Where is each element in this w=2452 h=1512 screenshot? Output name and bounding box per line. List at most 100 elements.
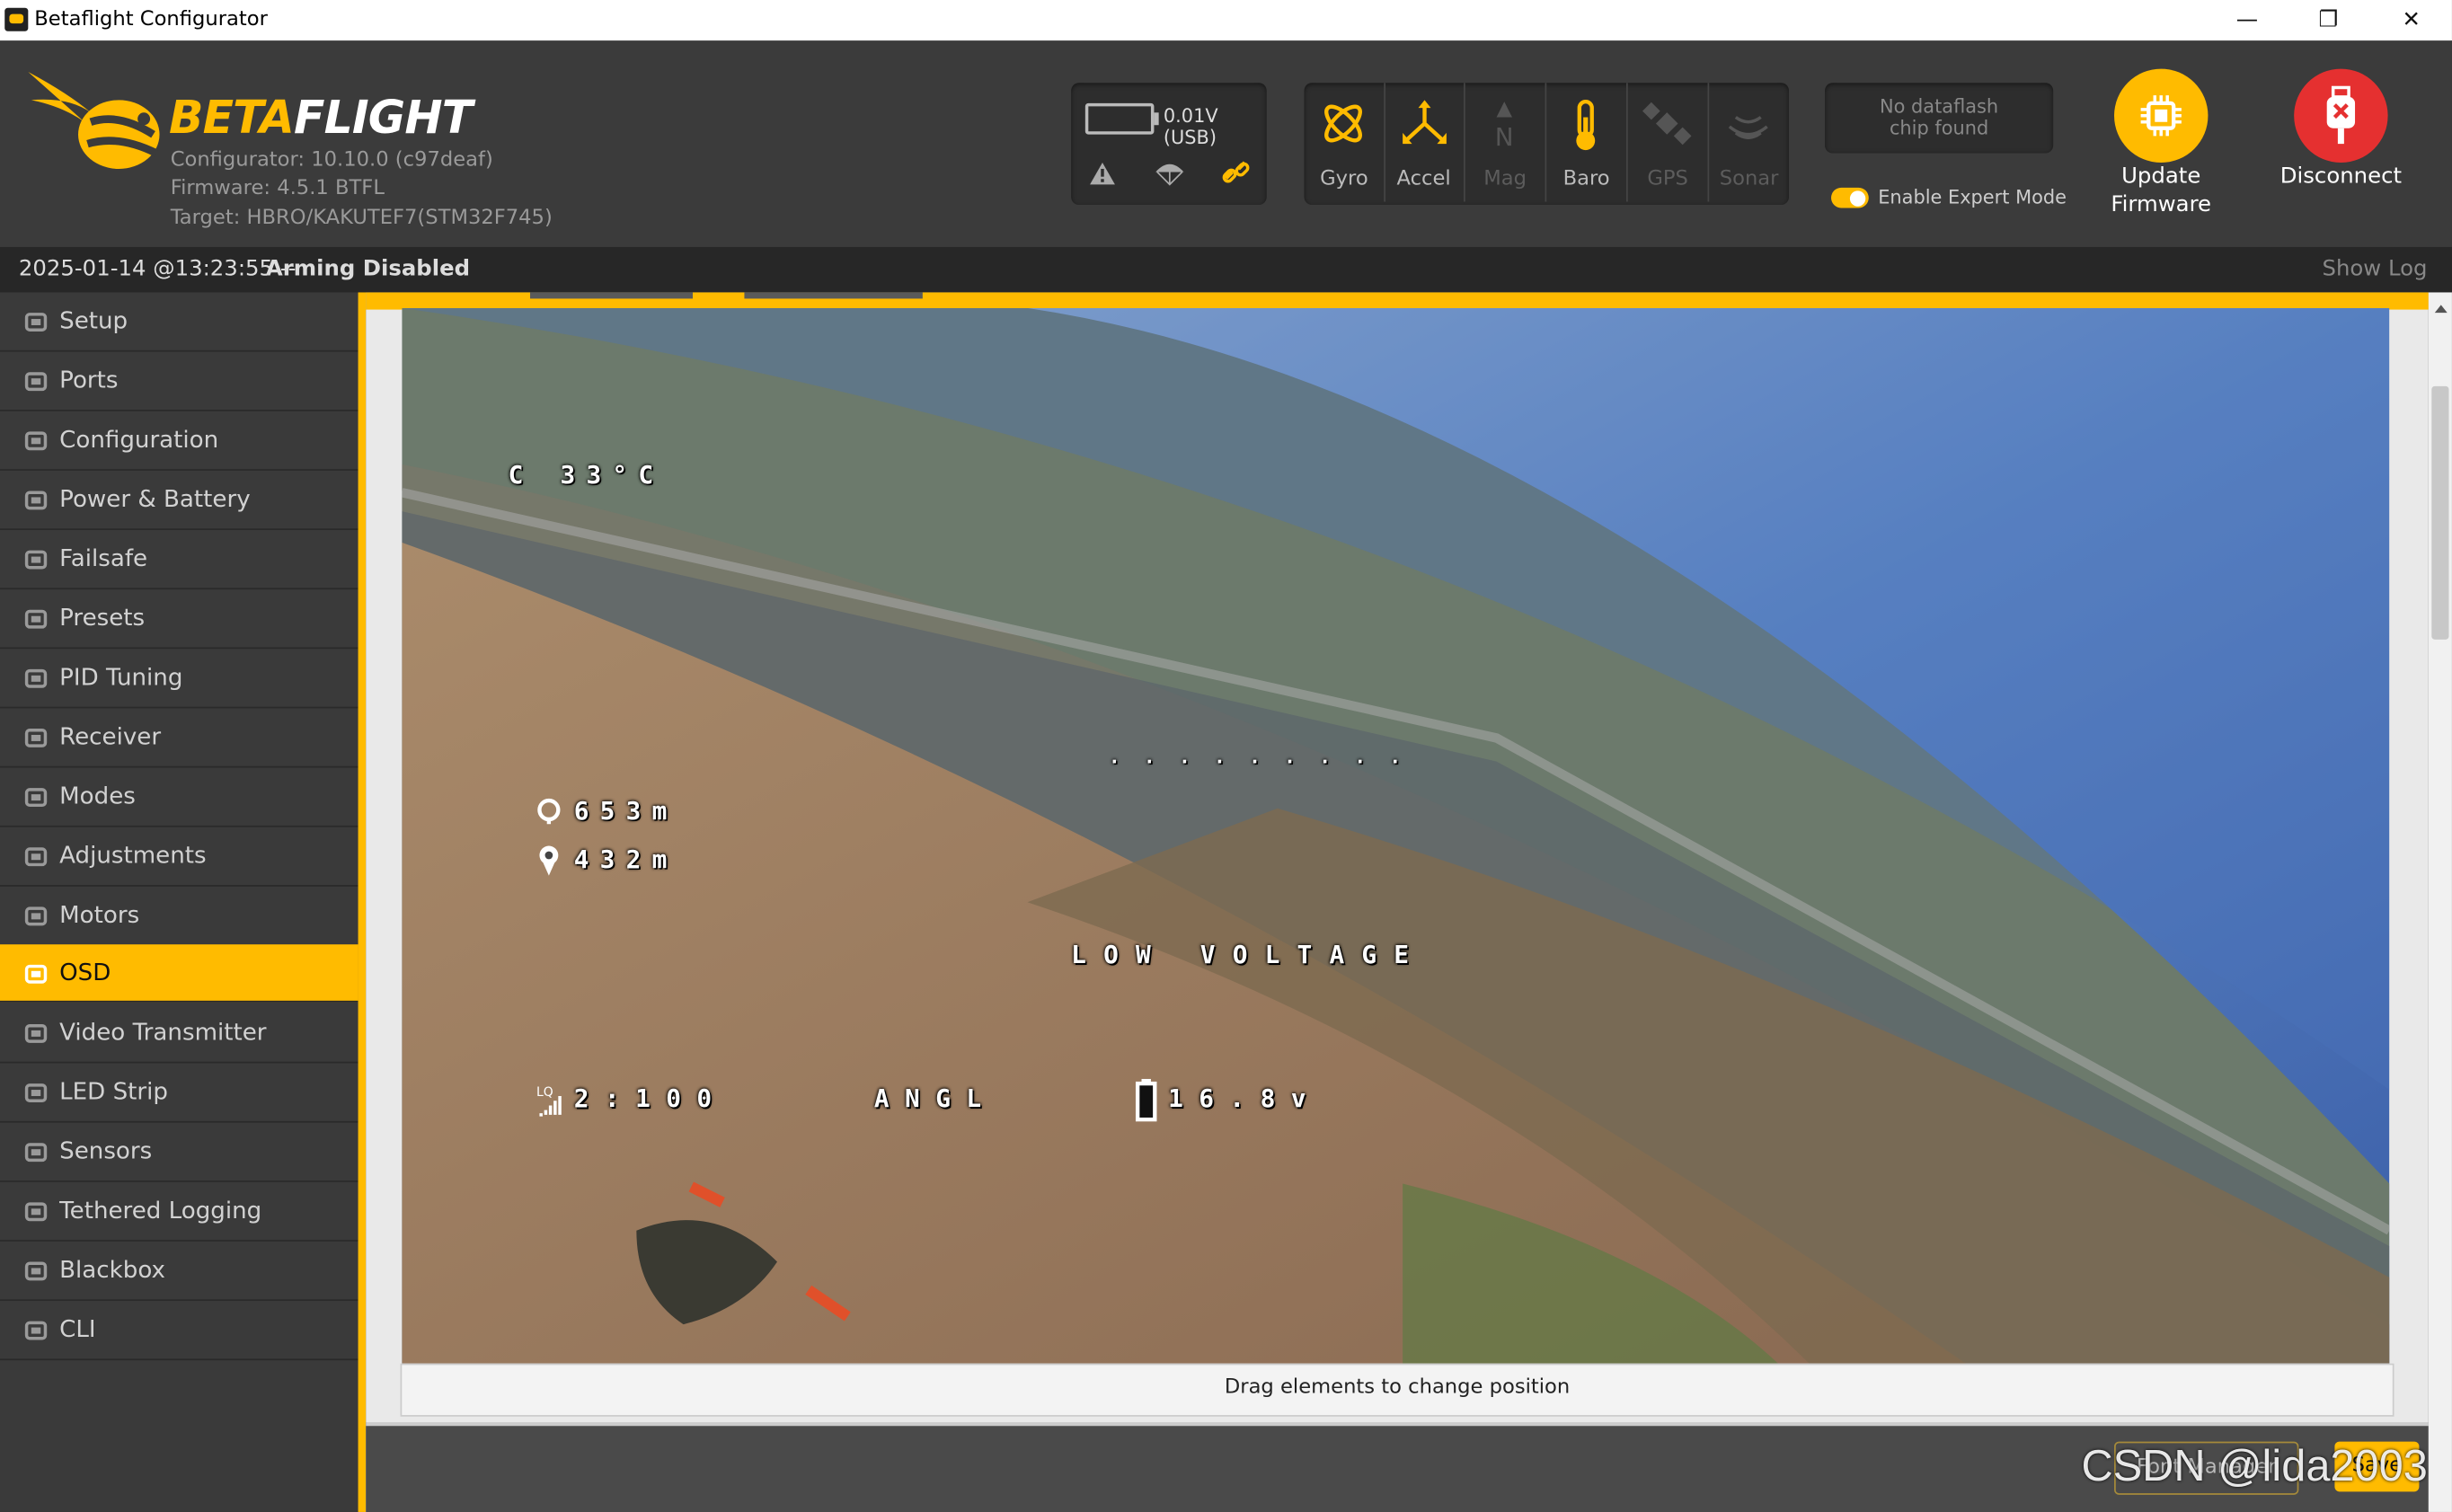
sidebar-item-ports[interactable]: Ports [0,351,359,411]
sidebar-item-label: Video Transmitter [59,1018,267,1048]
sensors-panel: Gyro Accel N Mag Baro GPS Sonar [1304,83,1790,205]
sidebar-item-setup[interactable]: Setup [0,292,359,352]
osd-horizon-line[interactable]: . . . . . . . . . [1109,746,1407,767]
sensor-sonar: Sonar [1709,83,1789,201]
configurator-version: Configurator: 10.10.0 (c97deaf) [170,148,493,172]
sidebar-item-power-battery[interactable]: Power & Battery [0,471,359,530]
show-log-link[interactable]: Show Log [2322,256,2427,281]
disconnect-button[interactable] [2294,68,2388,164]
wrench-icon [23,310,49,335]
sidebar-item-receiver[interactable]: Receiver [0,708,359,767]
sidebar-item-motors[interactable]: Motors [0,886,359,946]
sidebar-item-label: Blackbox [59,1255,165,1285]
warning-icon [1090,163,1115,185]
failsafe-parachute-icon [1155,164,1184,186]
scrollbar-thumb[interactable] [2431,385,2449,640]
sensor-gyro: Gyro [1304,83,1385,202]
sensor-accel: Accel [1384,83,1465,202]
sidebar-item-label: Presets [59,603,146,632]
app-window: Betaflight Configurator — ❐ ✕ BETAFLIGHT… [0,0,2452,1512]
update-firmware-label: Update Firmware [2111,164,2212,217]
sidebar-item-failsafe[interactable]: Failsafe [0,530,359,589]
sidebar-item-pid-tuning[interactable]: PID Tuning [0,649,359,708]
content-scrollbar[interactable] [2428,292,2452,1512]
sidebar-item-label: Sensors [59,1136,153,1166]
accel-icon [1403,100,1447,145]
sidebar-item-label: Tethered Logging [59,1196,262,1225]
svg-text:N: N [1495,122,1514,148]
dataflash-status: No dataflash chip found [1825,83,2054,154]
sliders-icon [23,844,49,869]
sidebar-item-label: PID Tuning [59,662,183,691]
osd-voltage[interactable]: 16.8v [1168,1083,1322,1113]
sidebar-item-sensors[interactable]: Sensors [0,1123,359,1183]
firmware-version: Firmware: 4.5.1 BTFL [170,176,385,200]
battery-icon [1084,102,1159,135]
sidebar: Setup Ports Configuration Power & Battery Fa… [0,292,359,1512]
window-title: Betaflight Configurator [34,7,268,31]
sidebar-item-label: Receiver [59,721,162,750]
battery-icon [23,488,49,513]
link-quality-icon: LQ [536,1085,562,1117]
sidebar-item-label: Failsafe [59,544,148,572]
terminal-icon [23,1318,49,1343]
sidebar-item-label: Ports [59,366,119,394]
sidebar-item-cli[interactable]: CLI [0,1301,359,1361]
pid-icon [23,666,49,691]
osd-icon [23,962,49,987]
motor-icon [23,903,49,928]
tab-stub-right[interactable] [744,292,923,299]
receiver-icon [23,725,49,750]
sidebar-item-label: Motors [59,899,140,928]
sidebar-item-led-strip[interactable]: LED Strip [0,1064,359,1124]
osd-low-voltage-warning[interactable]: LOW VOLTAGE [1071,940,1426,969]
led-icon [23,1081,49,1106]
status-timestamp: 2025-01-14 @13:23:55 -- [18,256,297,282]
toggle-icon [23,784,49,809]
sensor-baro: Baro [1546,83,1628,202]
target-board: Target: HBRO/KAKUTEF7(STM32F745) [170,206,553,230]
arming-status: Arming Disabled [265,256,471,282]
sidebar-item-presets[interactable]: Presets [0,589,359,649]
osd-altitude[interactable]: 432m [574,844,678,874]
parachute-icon [23,547,49,572]
chip-icon [2140,95,2182,137]
sidebar-item-video-transmitter[interactable]: Video Transmitter [0,1004,359,1065]
thermometer-icon [1576,99,1596,151]
osd-temperature[interactable]: C 33°C [509,460,665,490]
svg-text:LQ: LQ [536,1085,553,1100]
sidebar-item-osd[interactable]: OSD [0,944,359,1004]
plug-icon [23,369,49,394]
sidebar-item-label: LED Strip [59,1077,168,1107]
sidebar-accent-strip [358,292,367,1512]
update-firmware-button[interactable] [2114,68,2209,164]
usb-disconnect-icon [2326,85,2356,145]
minimize-button[interactable]: — [2211,0,2283,40]
scroll-up-arrow-icon[interactable] [2434,305,2448,314]
disconnect-label: Disconnect [2279,164,2403,190]
header: BETAFLIGHT Configurator: 10.10.0 (c97dea… [0,40,2452,247]
sidebar-item-label: CLI [59,1314,96,1344]
osd-link-quality[interactable]: 2:100 [574,1083,728,1113]
gyro-icon [1324,104,1362,143]
osd-flight-mode[interactable]: ANGL [874,1083,997,1113]
tab-stub-left[interactable] [529,292,693,299]
sidebar-item-blackbox[interactable]: Blackbox [0,1242,359,1302]
sidebar-item-label: Setup [59,306,128,335]
battery-osd-icon [1135,1078,1157,1122]
sidebar-item-label: Configuration [59,425,219,454]
close-window-button[interactable]: ✕ [2376,0,2448,40]
osd-preview[interactable]: C 33°C . . . . . . . . . 653m 432m LOW V… [402,307,2390,1364]
osd-home-distance[interactable]: 653m [574,796,678,826]
expert-mode-toggle[interactable] [1831,187,1869,208]
satellite-icon [1642,102,1692,146]
betaflight-bee-logo-icon [28,72,160,169]
sidebar-item-tethered-logging[interactable]: Tethered Logging [0,1182,359,1242]
sensor-mag: N Mag [1465,83,1547,202]
preview-hint-bar: Drag elements to change position [400,1363,2394,1417]
maximize-button[interactable]: ❐ [2292,0,2364,40]
home-distance-icon [537,798,561,825]
sidebar-item-configuration[interactable]: Configuration [0,411,359,471]
sidebar-item-adjustments[interactable]: Adjustments [0,827,359,887]
sidebar-item-modes[interactable]: Modes [0,767,359,827]
